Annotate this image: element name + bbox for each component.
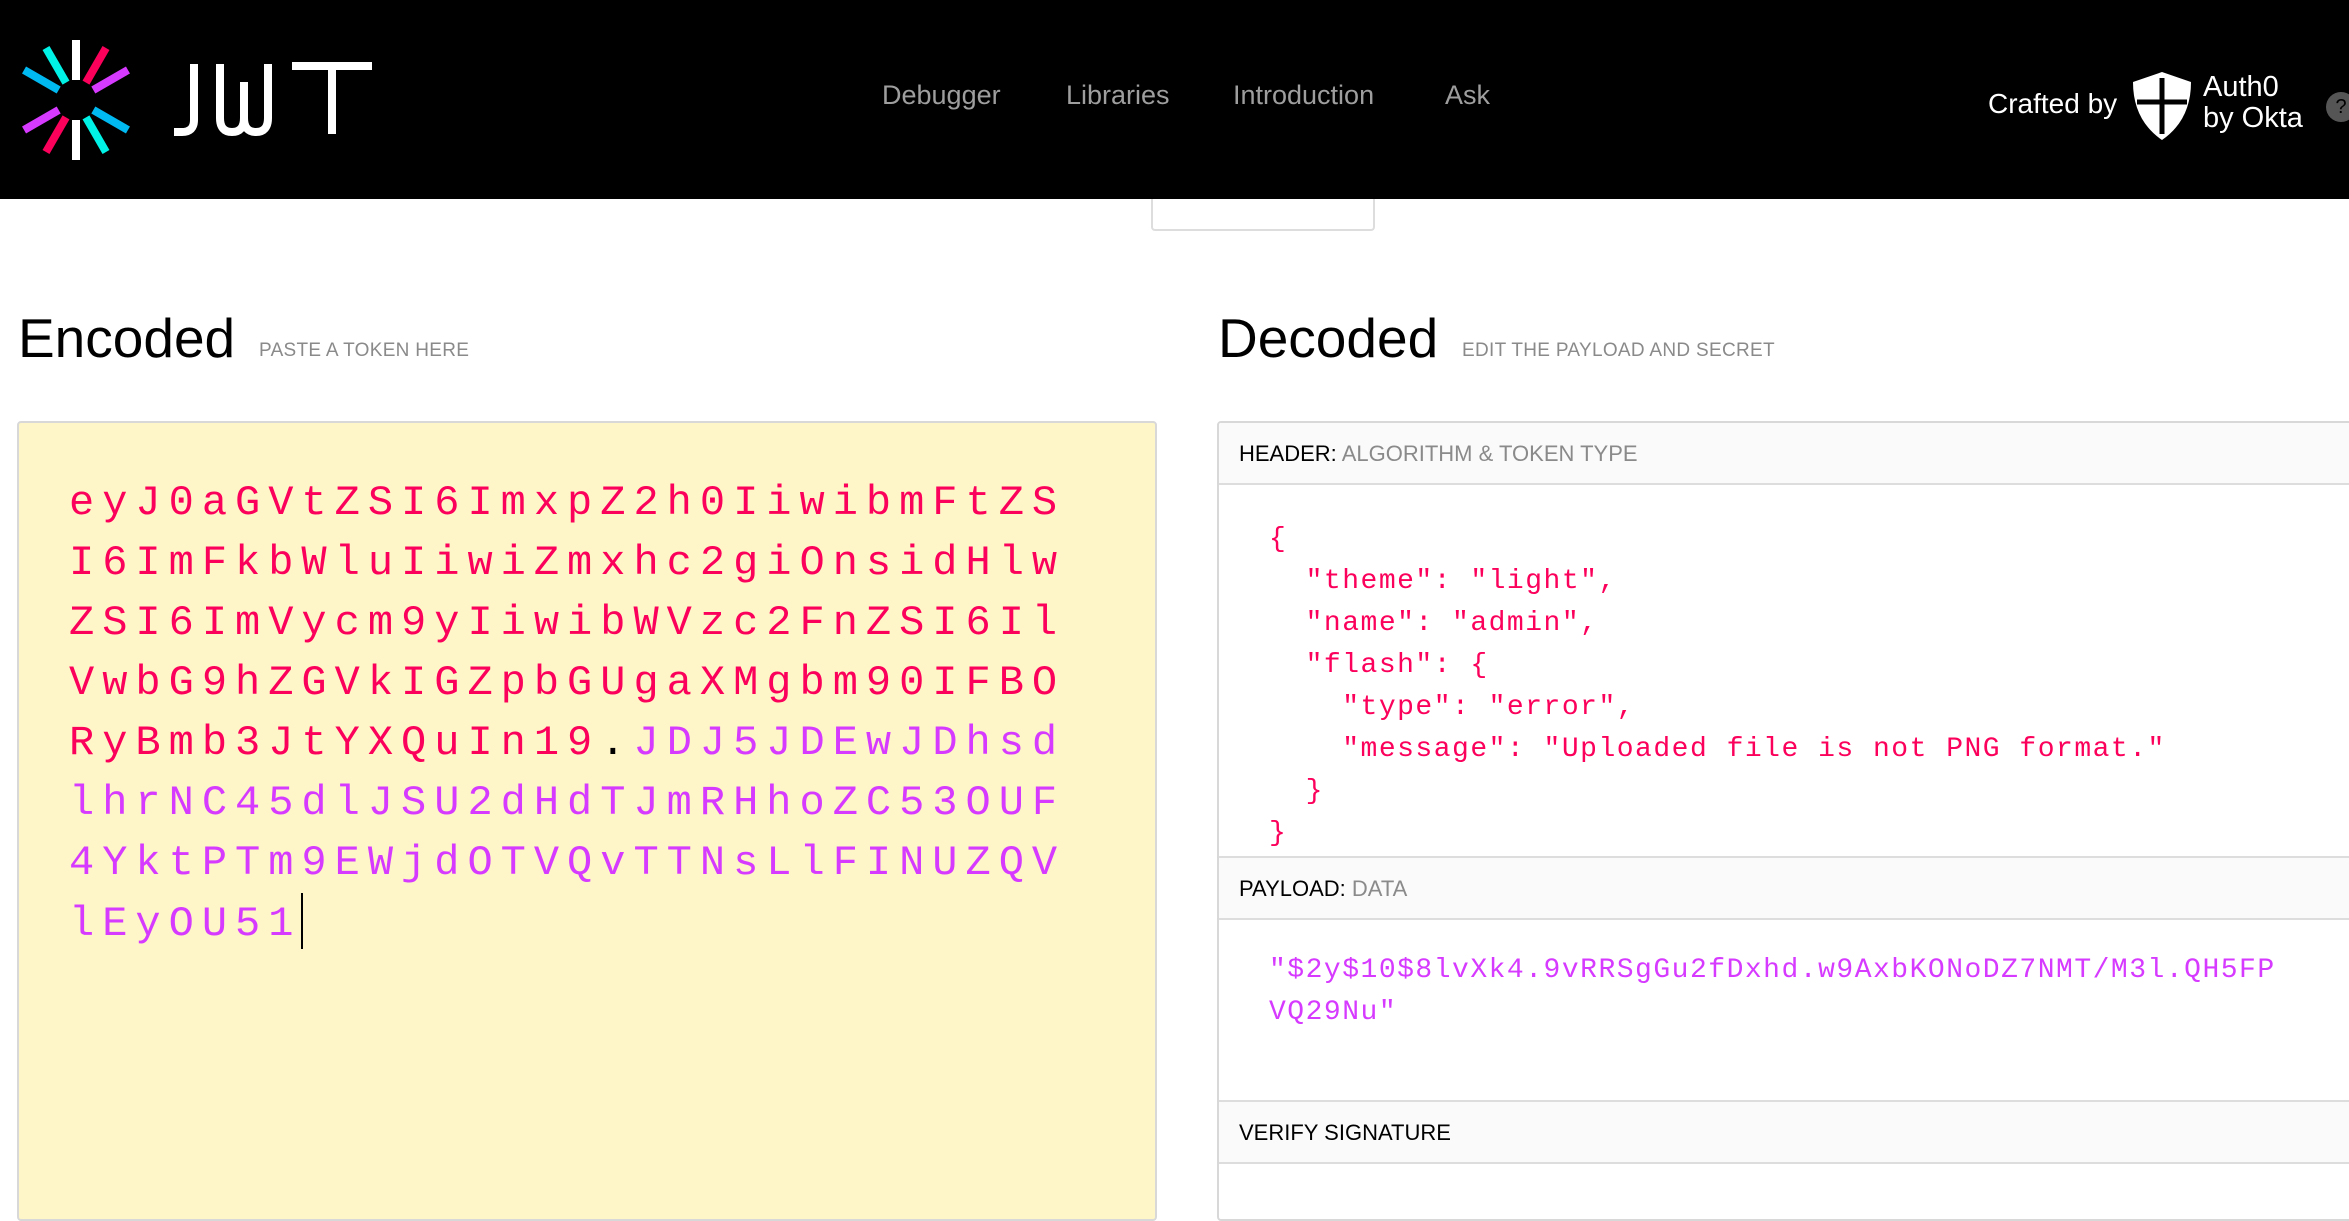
crafted-by-label: Crafted by bbox=[1988, 88, 2118, 119]
auth0-brand[interactable]: Auth0 by Okta bbox=[2203, 72, 2303, 134]
help-icon[interactable]: ? bbox=[2326, 92, 2349, 122]
auth0-shield-icon[interactable] bbox=[2133, 72, 2191, 140]
top-navbar: Debugger Libraries Introduction Ask Craf… bbox=[0, 0, 2349, 199]
text-caret bbox=[301, 893, 304, 949]
algorithm-select[interactable] bbox=[1151, 199, 1375, 231]
header-label: HEADER: bbox=[1239, 441, 1337, 466]
decoded-subtitle: EDIT THE PAYLOAD AND SECRET bbox=[1462, 340, 1775, 361]
decoded-panel: HEADER: ALGORITHM & TOKEN TYPE { "theme"… bbox=[1217, 421, 2349, 1221]
encoded-token-input[interactable]: eyJ0aGVtZSI6ImxpZ2h0IiwibmFtZSI6ImFkbWlu… bbox=[17, 421, 1157, 1221]
nav-libraries[interactable]: Libraries bbox=[1066, 80, 1170, 111]
brand-line2: by Okta bbox=[2203, 102, 2303, 134]
brand-line1: Auth0 bbox=[2203, 71, 2279, 103]
jwt-wordmark bbox=[174, 62, 372, 136]
encoded-subtitle: PASTE A TOKEN HERE bbox=[259, 340, 470, 361]
verify-signature-title: VERIFY SIGNATURE bbox=[1219, 1102, 2349, 1164]
decoded-title: Decoded bbox=[1218, 307, 1439, 369]
encoded-title: Encoded bbox=[18, 307, 236, 369]
header-section-title: HEADER: ALGORITHM & TOKEN TYPE bbox=[1219, 423, 2349, 485]
header-json-editor[interactable]: { "theme": "light", "name": "admin", "fl… bbox=[1219, 485, 2349, 858]
header-type: ALGORITHM & TOKEN TYPE bbox=[1341, 441, 1638, 466]
nav-debugger[interactable]: Debugger bbox=[882, 80, 1001, 111]
payload-editor[interactable]: "$2y$10$8lvXk4.9vRRSgGu2fDxhd.w9AxbKONoD… bbox=[1219, 920, 2349, 1102]
payload-type: DATA bbox=[1351, 876, 1408, 901]
token-separator: . bbox=[600, 719, 634, 767]
verify-label: VERIFY SIGNATURE bbox=[1239, 1120, 1451, 1145]
jwt-logo-icon[interactable] bbox=[14, 38, 138, 162]
nav-introduction[interactable]: Introduction bbox=[1233, 80, 1374, 111]
payload-label: PAYLOAD: bbox=[1239, 876, 1346, 901]
payload-section-title: PAYLOAD: DATA bbox=[1219, 858, 2349, 920]
nav-ask[interactable]: Ask bbox=[1445, 80, 1490, 111]
